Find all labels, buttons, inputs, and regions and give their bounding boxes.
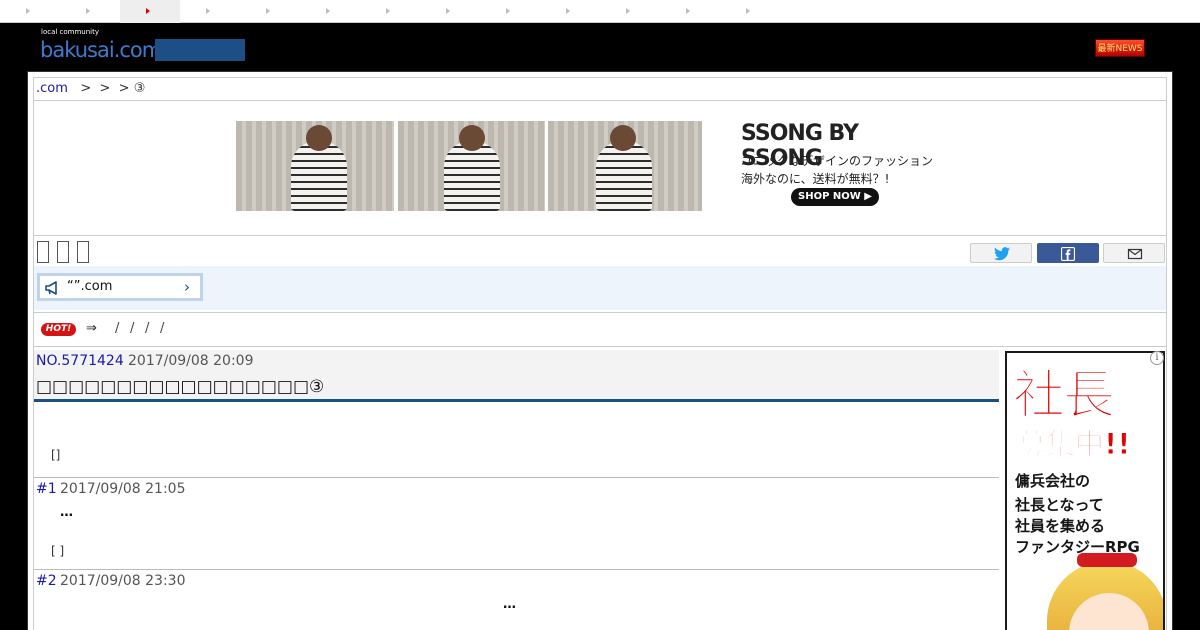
tab-13[interactable] xyxy=(60,0,120,23)
side-ad-copy: 社員を集める xyxy=(1015,517,1106,535)
side-ad-copy: 社長となって xyxy=(1015,496,1104,514)
divider xyxy=(34,477,999,478)
thread-number[interactable]: NO.5771424 xyxy=(36,353,124,369)
side-ad-subhead: 募集中!! xyxy=(1016,427,1131,462)
post-date: 2017/09/08 23:30 xyxy=(60,573,186,589)
ad-tagline: 海外なのに、送料が無料？! xyxy=(741,172,890,186)
email-share-button[interactable] xyxy=(1103,243,1165,263)
hot-badge: HOT! xyxy=(41,323,76,336)
tab-3[interactable] xyxy=(180,0,240,23)
header-search-box[interactable] xyxy=(155,39,245,61)
game-side-ad[interactable]: 社長 募集中!! 傭兵会社の 社長となって 社員を集める ファンタジーRPG xyxy=(1005,351,1165,630)
missing-glyph-box xyxy=(77,241,89,263)
post-meta: [ ] xyxy=(51,544,65,558)
tab-arrow-icon xyxy=(746,8,750,14)
ad-photo xyxy=(548,121,702,211)
breadcrumb: .com > > > ③ xyxy=(36,81,145,96)
chevron-right-icon: › xyxy=(184,278,190,296)
tab-arrow-icon xyxy=(506,8,510,14)
breadcrumb-site-link[interactable]: .com xyxy=(36,81,68,96)
breadcrumb-separator: > xyxy=(118,81,130,96)
breadcrumb-separator: > xyxy=(99,81,111,96)
post-body: … xyxy=(503,597,516,612)
tab-arrow-icon xyxy=(26,8,30,14)
hot-link[interactable]: / xyxy=(115,321,119,336)
thread-date: 2017/09/08 20:09 xyxy=(128,353,254,369)
latest-news-button[interactable]: 最新NEWS xyxy=(1095,39,1145,57)
ad-info-icon[interactable]: i xyxy=(1150,351,1164,365)
breadcrumb-separator: > xyxy=(80,81,92,96)
megaphone-icon xyxy=(45,281,57,295)
missing-glyph-box xyxy=(37,241,49,263)
post-date: 2017/09/08 21:05 xyxy=(60,481,186,497)
tab-arrow-icon xyxy=(206,8,210,14)
tab-arrow-icon xyxy=(326,8,330,14)
post-number[interactable]: #1 xyxy=(36,481,57,497)
facebook-icon xyxy=(1061,247,1075,261)
tab-arrow-icon xyxy=(446,8,450,14)
site-logo[interactable]: local community bakusai.com xyxy=(40,28,162,64)
divider xyxy=(34,346,1166,347)
post-number[interactable]: #2 xyxy=(36,573,57,589)
fashion-ad-banner[interactable]: SSONG BY SSONG ユニックなデザインのファッション 海外なのに、送料… xyxy=(236,121,936,211)
tab-2-active[interactable] xyxy=(120,0,180,23)
divider xyxy=(34,312,1166,313)
tab-11[interactable] xyxy=(660,0,720,23)
hot-link[interactable]: / xyxy=(145,321,149,336)
character-illustration xyxy=(1077,553,1137,567)
ad-tagline: ユニックなデザインのファッション xyxy=(741,154,934,168)
tab-12[interactable] xyxy=(720,0,780,23)
tab-arrow-icon xyxy=(626,8,630,14)
tab-arrow-icon xyxy=(566,8,570,14)
side-ad-headline: 社長 xyxy=(1012,366,1115,427)
notice-bar xyxy=(34,266,1166,310)
breadcrumb-current: ③ xyxy=(133,81,146,96)
logo-wordmark: bakusai.com xyxy=(40,38,162,62)
notice-text: “”.com xyxy=(67,279,113,294)
twitter-icon xyxy=(994,247,1010,261)
hot-link[interactable]: / xyxy=(160,321,164,336)
facebook-share-button[interactable] xyxy=(1037,243,1099,263)
divider xyxy=(34,235,1166,236)
side-ad-copy: 傭兵会社の xyxy=(1015,472,1091,490)
thread-title: □□□□□□□□□□□□□□□□□③ xyxy=(36,377,325,397)
top-tab-strip xyxy=(0,0,1200,23)
tab-8[interactable] xyxy=(480,0,540,23)
post-body: … xyxy=(60,505,73,520)
tab-10[interactable] xyxy=(600,0,660,23)
tab-1[interactable] xyxy=(0,0,60,23)
tab-arrow-icon xyxy=(266,8,270,14)
shop-now-button[interactable]: SHOP NOW ▶ xyxy=(791,188,879,206)
tab-6[interactable] xyxy=(360,0,420,23)
twitter-share-button[interactable] xyxy=(970,243,1032,263)
missing-glyph-box xyxy=(57,241,69,263)
hot-link[interactable]: / xyxy=(130,321,134,336)
tab-9[interactable] xyxy=(540,0,600,23)
tab-arrow-icon xyxy=(86,8,90,14)
envelope-icon xyxy=(1127,248,1143,260)
tab-5[interactable] xyxy=(300,0,360,23)
divider xyxy=(34,569,999,570)
hot-arrow: ⇒ xyxy=(86,321,97,336)
tab-4[interactable] xyxy=(240,0,300,23)
tab-arrow-icon xyxy=(146,8,150,14)
ad-photo xyxy=(236,121,394,211)
divider xyxy=(34,100,1166,101)
ad-photo xyxy=(398,121,545,211)
notice-link[interactable]: “”.com › xyxy=(37,273,203,301)
thread-title-underline xyxy=(34,399,999,402)
tab-arrow-icon xyxy=(386,8,390,14)
logo-tagline: local community xyxy=(41,28,100,36)
tab-7[interactable] xyxy=(420,0,480,23)
thread-meta: [] xyxy=(51,448,61,462)
tab-arrow-icon xyxy=(686,8,690,14)
